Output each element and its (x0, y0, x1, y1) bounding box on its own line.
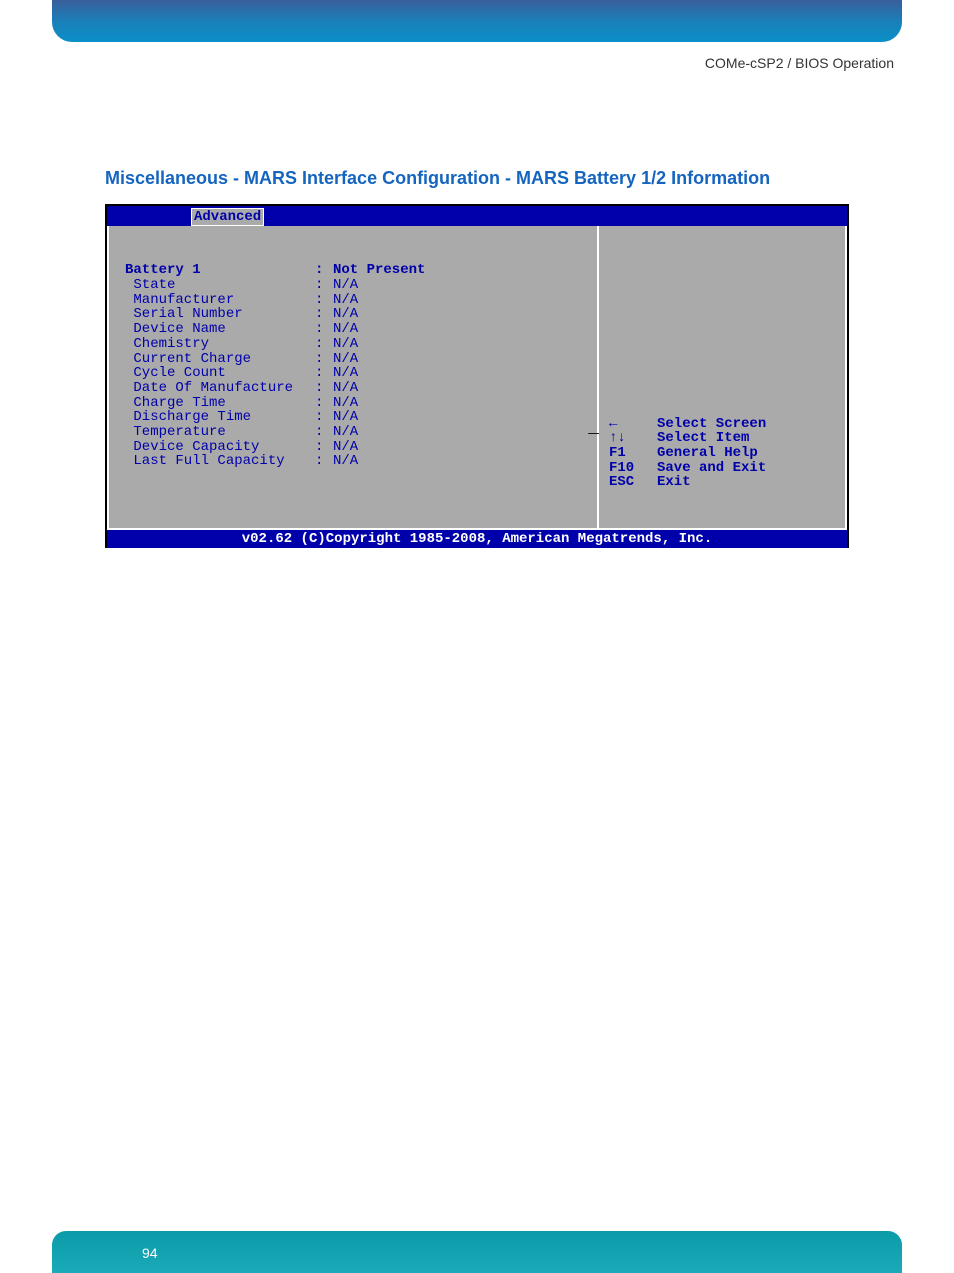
bios-row-sep: : (315, 396, 333, 411)
bios-row-value: N/A (333, 381, 589, 396)
bios-help-desc: Save and Exit (657, 461, 766, 476)
bios-info-row: State: N/A (125, 278, 589, 293)
header-breadcrumb: COMe-cSP2 / BIOS Operation (705, 55, 894, 71)
page-bottom-bar: 94 (52, 1231, 902, 1273)
bios-row-value: N/A (333, 322, 589, 337)
bios-info-row: Discharge Time: N/A (125, 410, 589, 425)
bios-row-label: Manufacturer (125, 293, 315, 308)
bios-row-sep: : (315, 278, 333, 293)
bios-tab-row: Advanced (107, 206, 847, 226)
bios-tab-advanced: Advanced (191, 208, 264, 226)
bios-row-value: N/A (333, 337, 589, 352)
bios-help-block: ←Select Screen↑↓Select ItemF1General Hel… (609, 417, 766, 490)
bios-row-label: Discharge Time (125, 410, 315, 425)
bios-row-value: N/A (333, 396, 589, 411)
bios-help-row: ESCExit (609, 475, 766, 490)
bios-row-sep: : (315, 410, 333, 425)
bios-row-sep: : (315, 381, 333, 396)
bios-help-row: F10Save and Exit (609, 461, 766, 476)
bios-info-row: Temperature: N/A (125, 425, 589, 440)
bios-row-value: N/A (333, 410, 589, 425)
bios-row-label: State (125, 278, 315, 293)
bios-row-value: N/A (333, 440, 589, 455)
bios-right-panel: ←Select Screen↑↓Select ItemF1General Hel… (599, 226, 847, 530)
bios-left-panel: Battery 1: Not Present State: N/A Manufa… (107, 226, 599, 530)
bios-help-key: F10 (609, 461, 657, 476)
bios-row-value: N/A (333, 293, 589, 308)
bios-info-row: Charge Time: N/A (125, 396, 589, 411)
bios-row-sep: : (315, 322, 333, 337)
scroll-down-icon: _ (588, 419, 599, 438)
bios-help-key: ← (609, 417, 657, 432)
bios-screenshot: Advanced Battery 1: Not Present State: N… (105, 204, 849, 548)
bios-row-value: Not Present (333, 263, 589, 278)
bios-row-sep: : (315, 352, 333, 367)
bios-help-row: ↑↓Select Item (609, 431, 766, 446)
bios-row-label: Device Name (125, 322, 315, 337)
bios-row-value: N/A (333, 352, 589, 367)
bios-row-label: Charge Time (125, 396, 315, 411)
bios-row-label: Chemistry (125, 337, 315, 352)
bios-row-sep: : (315, 366, 333, 381)
bios-body: Battery 1: Not Present State: N/A Manufa… (107, 226, 847, 530)
bios-row-label: Date Of Manufacture (125, 381, 315, 396)
bios-row-label: Cycle Count (125, 366, 315, 381)
bios-info-row: Last Full Capacity: N/A (125, 454, 589, 469)
section-title: Miscellaneous - MARS Interface Configura… (105, 168, 770, 189)
bios-copyright-footer: v02.62 (C)Copyright 1985-2008, American … (107, 530, 847, 548)
bios-row-sep: : (315, 425, 333, 440)
page-top-bar (52, 0, 902, 42)
page-number: 94 (142, 1245, 158, 1261)
bios-row-label: Serial Number (125, 307, 315, 322)
bios-info-row: Device Capacity: N/A (125, 440, 589, 455)
bios-row-label: Device Capacity (125, 440, 315, 455)
bios-help-desc: Exit (657, 475, 691, 490)
bios-info-row: Current Charge: N/A (125, 352, 589, 367)
bios-row-value: N/A (333, 278, 589, 293)
bios-help-key: ESC (609, 475, 657, 490)
bios-info-row: Manufacturer: N/A (125, 293, 589, 308)
bios-info-row: Serial Number: N/A (125, 307, 589, 322)
bios-info-row: Battery 1: Not Present (125, 263, 589, 278)
bios-row-label: Current Charge (125, 352, 315, 367)
bios-row-label: Last Full Capacity (125, 454, 315, 469)
bios-help-desc: Select Screen (657, 417, 766, 432)
bios-row-sep: : (315, 454, 333, 469)
bios-row-label: Temperature (125, 425, 315, 440)
bios-row-sep: : (315, 307, 333, 322)
bios-row-sep: : (315, 293, 333, 308)
bios-help-row: F1General Help (609, 446, 766, 461)
bios-row-sep: : (315, 263, 333, 278)
bios-row-value: N/A (333, 307, 589, 322)
bios-info-row: Chemistry: N/A (125, 337, 589, 352)
bios-row-value: N/A (333, 425, 589, 440)
bios-help-row: ←Select Screen (609, 417, 766, 432)
bios-row-value: N/A (333, 454, 589, 469)
bios-row-value: N/A (333, 366, 589, 381)
bios-help-desc: General Help (657, 446, 758, 461)
bios-help-key: ↑↓ (609, 431, 657, 446)
bios-info-row: Cycle Count: N/A (125, 366, 589, 381)
bios-info-row: Date Of Manufacture: N/A (125, 381, 589, 396)
bios-help-key: F1 (609, 446, 657, 461)
bios-help-desc: Select Item (657, 431, 749, 446)
bios-row-sep: : (315, 440, 333, 455)
bios-info-row: Device Name: N/A (125, 322, 589, 337)
bios-row-label: Battery 1 (125, 263, 315, 278)
bios-row-sep: : (315, 337, 333, 352)
